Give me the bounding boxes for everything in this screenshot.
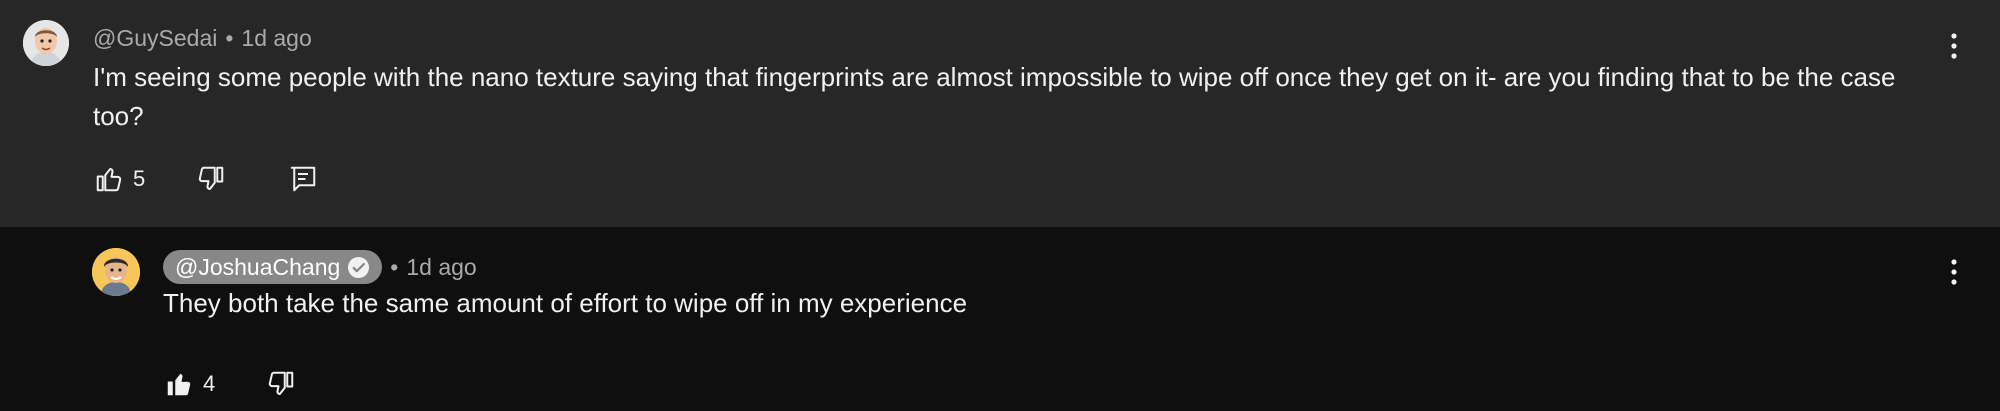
comment-meta: @GuySedai • 1d ago	[93, 23, 312, 53]
comment-author-handle[interactable]: @GuySedai	[93, 25, 217, 52]
commenter-avatar[interactable]	[23, 20, 69, 66]
reply-timestamp[interactable]: 1d ago	[406, 254, 476, 281]
reply-comment: @JoshuaChang • 1d ago They both take the…	[0, 227, 2000, 411]
comment-actions: 5	[93, 162, 319, 196]
memoji-avatar-icon	[92, 248, 140, 296]
thumbs-up-filled-icon	[167, 374, 191, 396]
like-count: 4	[203, 371, 216, 396]
reply-meta: @JoshuaChang • 1d ago	[163, 250, 477, 284]
like-button[interactable]	[93, 163, 125, 195]
comment-text: I'm seeing some people with the nano tex…	[93, 62, 1896, 131]
comment-thread: @GuySedai • 1d ago I'm seeing some peopl…	[0, 0, 2000, 227]
memoji-avatar-icon	[23, 20, 69, 66]
reply-avatar[interactable]	[92, 248, 140, 296]
like-count: 5	[133, 166, 146, 191]
comment-timestamp[interactable]: 1d ago	[241, 25, 311, 52]
verified-check-icon	[347, 256, 370, 279]
reply-actions: 4	[163, 367, 297, 401]
comment-more-button[interactable]	[1944, 29, 1964, 63]
reply-more-button[interactable]	[1944, 255, 1964, 289]
thumbs-up-outline-icon	[96, 168, 122, 192]
thumbs-down-outline-icon	[199, 166, 224, 190]
creator-handle-pill[interactable]: @JoshuaChang	[163, 250, 383, 284]
meta-separator: •	[390, 253, 399, 280]
dislike-button[interactable]	[195, 163, 227, 195]
thumbs-down-outline-icon	[269, 371, 294, 395]
reply-text: They both take the same amount of effort…	[163, 288, 968, 318]
more-vertical-icon	[1951, 259, 1957, 285]
more-vertical-icon	[1951, 33, 1957, 59]
meta-separator: •	[225, 24, 234, 51]
reply-button[interactable]	[287, 163, 319, 195]
reply-author-handle: @JoshuaChang	[175, 253, 341, 280]
like-button[interactable]	[163, 368, 195, 400]
reply-icon	[291, 166, 316, 192]
dislike-button[interactable]	[265, 368, 297, 400]
